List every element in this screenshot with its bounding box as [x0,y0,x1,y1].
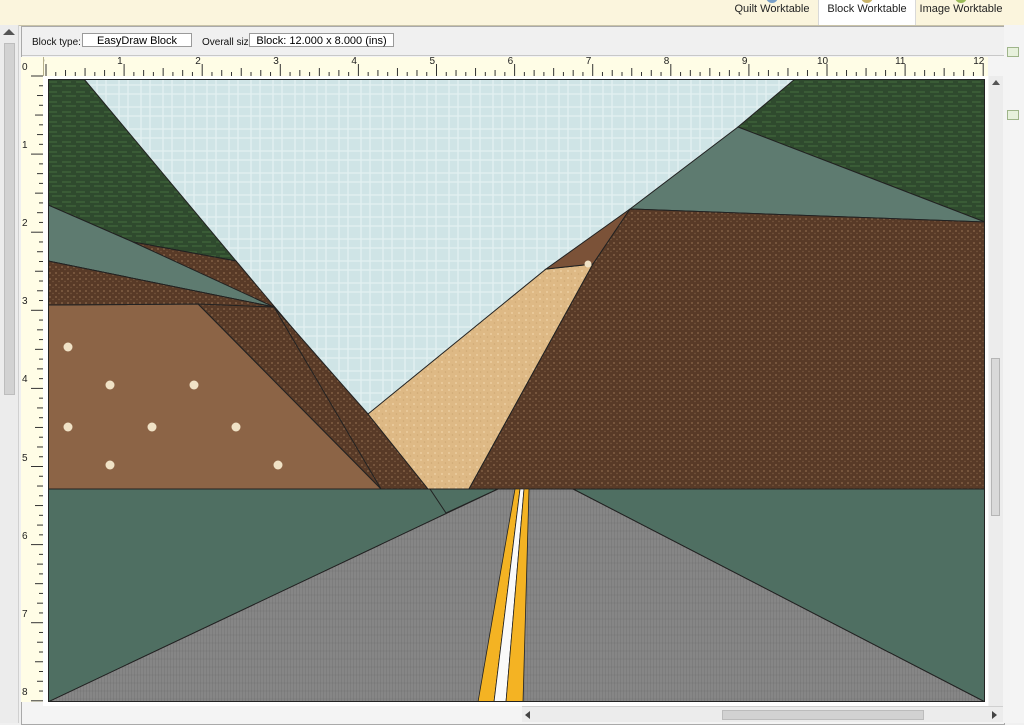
tab-quilt-worktable[interactable]: Quilt Worktable [727,0,817,25]
tab-label: Quilt Worktable [734,3,810,15]
ruler-number: 1 [22,140,28,152]
ruler-number: 10 [817,56,829,67]
ruler-number: 6 [507,56,514,67]
vertical-ruler: 0 1 2 3 4 5 6 7 8 [21,57,44,702]
left-vertical-scrollbar[interactable] [0,25,19,723]
block-info-bar: Block type: EasyDraw Block Overall size:… [22,27,1004,56]
ruler-number: 2 [22,218,28,230]
ruler-number: 4 [22,374,28,386]
overall-size-field: Block: 12.000 x 8.000 (ins) [249,33,394,47]
quilt-block-drawing[interactable] [48,79,985,702]
tab-image-worktable[interactable]: Image Worktable [916,0,1006,25]
scroll-up-arrow-icon[interactable] [992,80,1000,85]
ruler-number: 7 [585,56,592,67]
ruler-number: 5 [22,452,28,464]
horizontal-ruler: 0123456789101112 [39,56,988,77]
block-type-field: EasyDraw Block [82,33,192,47]
tab-label: Image Worktable [919,3,1003,15]
scroll-left-arrow-icon[interactable] [525,711,530,719]
horizontal-scrollbar[interactable] [522,706,1003,722]
horizontal-ruler-ticks [45,64,984,76]
scroll-right-arrow-icon[interactable] [992,711,997,719]
ruler-number: 8 [22,686,28,698]
scroll-up-arrow-icon[interactable] [3,29,15,35]
ruler-number: 1 [117,56,123,67]
side-tool-strip [1004,25,1024,723]
ruler-number: 9 [741,56,748,67]
scrollbar-thumb[interactable] [4,43,15,395]
ruler-number: 8 [663,56,670,67]
ruler-number: 7 [22,608,28,620]
ruler-number: 0 [22,62,28,73]
worktable-tab-bar: Quilt Worktable Block Worktable Image Wo… [0,0,1024,26]
wedge-dot [584,260,592,268]
tab-block-worktable[interactable]: Block Worktable [818,0,916,25]
ruler-number: 12 [973,56,985,67]
scrollbar-thumb[interactable] [991,358,1000,516]
side-tool-button-icon[interactable] [1007,47,1019,57]
comment-icon[interactable] [1007,110,1019,120]
right-vertical-scrollbar[interactable] [989,76,1003,706]
ruler-number: 3 [22,296,28,308]
ruler-number: 6 [22,530,28,542]
block-type-label: Block type: [32,37,81,48]
ruler-number: 2 [195,56,201,67]
ruler-number: 3 [273,56,279,67]
ruler-number: 5 [429,56,436,67]
ruler-number: 4 [351,56,357,67]
tab-label: Block Worktable [827,3,907,15]
ruler-number: 11 [895,56,906,67]
scrollbar-thumb[interactable] [722,710,924,720]
